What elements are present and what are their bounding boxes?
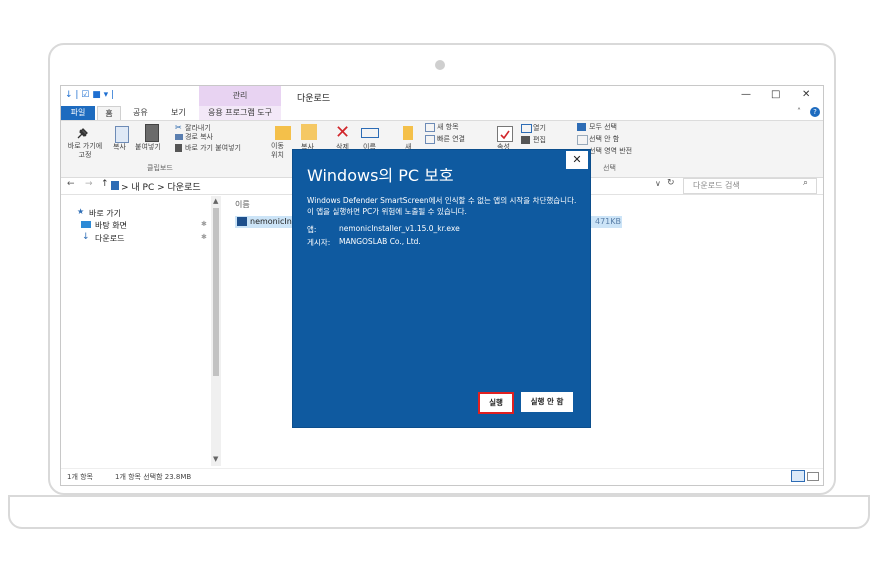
new-item-button[interactable]: 새 항목	[437, 123, 459, 132]
address-dropdown-icon[interactable]: ∨	[655, 179, 661, 188]
new-item-icon	[425, 123, 435, 132]
paste-shortcut-icon	[175, 144, 182, 152]
column-header-name[interactable]: 이름	[235, 199, 250, 210]
move-to-icon	[275, 126, 291, 140]
pin-label-2: 고정	[78, 151, 92, 159]
app-label: 앱:	[307, 225, 317, 234]
dont-run-button[interactable]: 실행 안 함	[521, 392, 573, 412]
tab-share[interactable]: 공유	[133, 107, 148, 118]
file-size: 471KB	[589, 216, 621, 228]
window-title: 다운로드	[297, 94, 331, 104]
copy-icon	[115, 126, 129, 143]
open-icon	[521, 124, 532, 133]
edit-icon	[521, 136, 530, 144]
breadcrumb[interactable]: > 내 PC > 다운로드	[121, 180, 201, 193]
open-button[interactable]: 열기	[533, 124, 546, 133]
file-name: nemonicIn	[250, 217, 292, 226]
help-icon[interactable]: ?	[810, 107, 820, 117]
scroll-down-icon[interactable]: ▼	[213, 455, 218, 463]
item-count: 1개 항목	[67, 473, 93, 481]
title-bar	[61, 86, 823, 106]
move-label: 이동	[271, 142, 284, 150]
rename-icon	[361, 128, 379, 138]
dialog-close-button[interactable]: ✕	[566, 151, 588, 169]
select-none-button[interactable]: 선택 안 함	[589, 135, 619, 144]
maximize-button[interactable]: □	[771, 89, 780, 100]
search-icon: ⌕	[803, 178, 809, 188]
pin-icon	[75, 126, 89, 140]
refresh-icon[interactable]: ↻	[667, 178, 675, 188]
nav-item-quick-access[interactable]: 바로 가기	[89, 208, 121, 219]
nav-item-desktop[interactable]: 바탕 화면	[95, 220, 127, 231]
downloads-icon: ↓	[82, 232, 90, 242]
cut-button[interactable]: 잘라내기	[185, 124, 211, 133]
pin-label: 바로 가기에	[67, 142, 103, 150]
publisher-label: 게시자:	[307, 238, 331, 247]
selection-status: 1개 항목 선택함 23.8MB	[115, 473, 192, 481]
nav-scrollbar-thumb[interactable]	[213, 208, 219, 376]
move-label-2: 위치	[271, 151, 284, 159]
tab-app-tools[interactable]: 응용 프로그램 도구	[199, 106, 281, 120]
tab-file[interactable]: 파일	[61, 106, 95, 120]
dialog-title: Windows의 PC 보호	[307, 166, 454, 185]
context-tab-header: 관리	[199, 86, 281, 106]
copy-button[interactable]: 복사	[113, 143, 126, 152]
clipboard-group-label: 클립보드	[147, 164, 173, 172]
paste-icon	[145, 124, 159, 142]
easy-access-button[interactable]: 빠른 연결	[437, 135, 465, 144]
forward-icon[interactable]: →	[85, 179, 93, 189]
copy-path-button[interactable]: 경로 복사	[185, 133, 213, 142]
downloads-folder-icon	[111, 181, 119, 190]
nav-item-downloads[interactable]: 다운로드	[95, 233, 124, 244]
up-icon[interactable]: ↑	[101, 179, 109, 189]
select-all-icon	[577, 123, 586, 131]
move-to-button[interactable]: 이동 위치	[271, 142, 284, 160]
properties-icon	[497, 126, 513, 142]
tab-home[interactable]: 홈	[97, 106, 121, 121]
desktop-icon	[81, 221, 91, 228]
search-input[interactable]: 다운로드 검색	[693, 180, 740, 191]
copy-path-icon	[175, 134, 183, 140]
laptop-base	[8, 495, 870, 529]
copy-to-icon	[301, 124, 317, 140]
star-icon: ★	[77, 207, 85, 216]
select-group-label: 선택	[603, 164, 616, 172]
delete-icon: ✕	[335, 122, 351, 143]
camera-dot	[435, 60, 445, 70]
large-icons-view-icon[interactable]	[807, 472, 819, 481]
paste-shortcut-button[interactable]: 바로 가기 붙여넣기	[185, 144, 241, 153]
pinned-icon: ✱	[201, 220, 207, 228]
back-icon[interactable]: ←	[67, 179, 75, 189]
collapse-ribbon-icon[interactable]: ˄	[797, 107, 801, 116]
select-all-button[interactable]: 모두 선택	[589, 123, 617, 132]
details-view-icon[interactable]	[791, 470, 805, 482]
easy-access-icon	[425, 135, 435, 144]
screen: ↓ | ☑ ■ ▾ | 관리 다운로드 — □ ✕ 파일 홈 공유 보기 응용 …	[60, 85, 824, 486]
scroll-up-icon[interactable]: ▲	[213, 197, 218, 205]
invert-selection-button[interactable]: 선택 영역 반전	[589, 147, 632, 156]
pin-to-quick-access-button[interactable]: 바로 가기에 고정	[63, 142, 107, 160]
smartscreen-dialog: ✕ Windows의 PC 보호 Windows Defender SmartS…	[293, 150, 590, 427]
minimize-button[interactable]: —	[741, 89, 751, 100]
quick-access-toolbar[interactable]: ↓ | ☑ ■ ▾ |	[65, 90, 114, 100]
edit-button[interactable]: 편집	[533, 136, 546, 145]
close-button[interactable]: ✕	[802, 89, 810, 100]
dialog-message: Windows Defender SmartScreen에서 인식할 수 없는 …	[307, 196, 577, 216]
paste-button[interactable]: 붙여넣기	[135, 143, 161, 152]
pinned-icon-2: ✱	[201, 233, 207, 241]
run-button[interactable]: 실행	[478, 392, 514, 414]
new-folder-icon	[403, 126, 413, 140]
tab-view[interactable]: 보기	[171, 107, 186, 118]
publisher-value: MANGOSLAB Co., Ltd.	[339, 237, 421, 246]
select-none-icon	[577, 135, 588, 145]
app-value: nemonicInstaller_v1.15.0_kr.exe	[339, 224, 460, 233]
scissors-icon: ✂	[175, 123, 182, 132]
installer-file-icon	[237, 217, 247, 226]
